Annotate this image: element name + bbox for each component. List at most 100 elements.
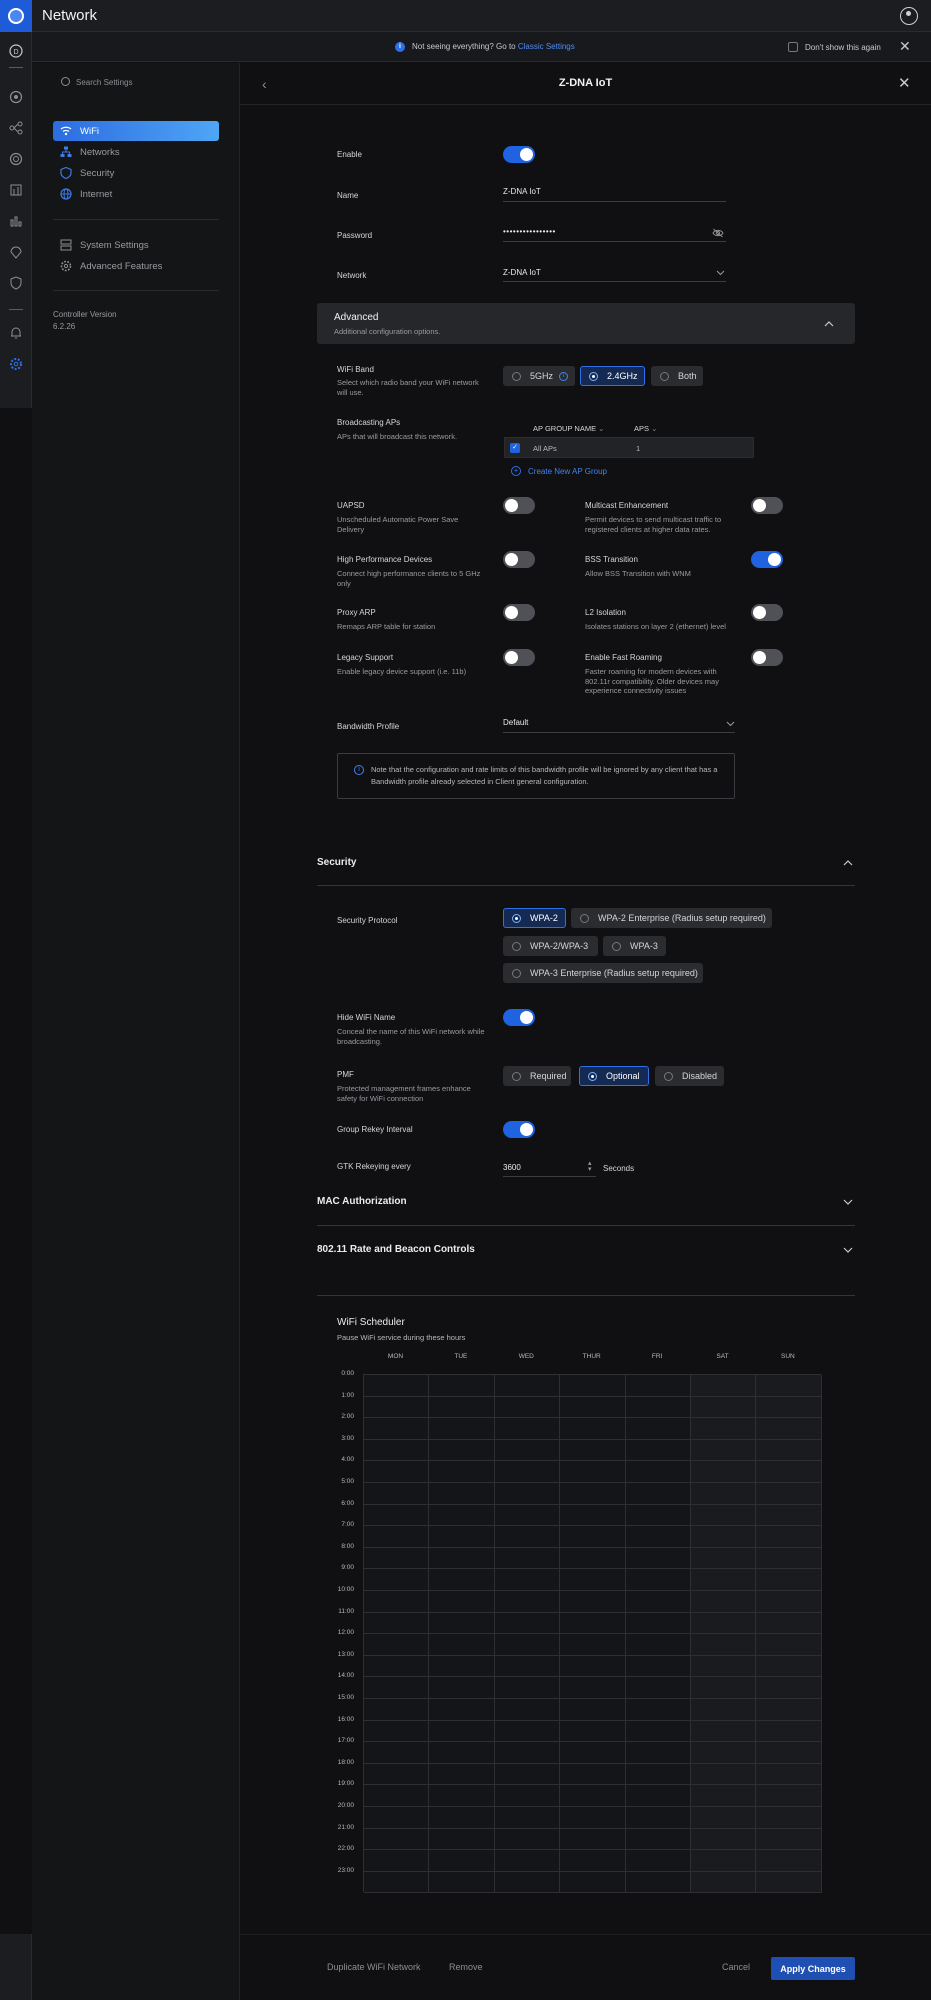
scheduler-cell[interactable]: [364, 1850, 430, 1872]
scheduler-cell[interactable]: [494, 1569, 561, 1591]
scheduler-cell[interactable]: [429, 1807, 495, 1829]
settings-icon[interactable]: [8, 357, 24, 373]
scheduler-cell[interactable]: [756, 1396, 822, 1419]
scheduler-cell[interactable]: [429, 1763, 495, 1786]
scheduler-cell[interactable]: [560, 1569, 626, 1591]
scheduler-cell[interactable]: [429, 1655, 495, 1678]
scheduler-cell[interactable]: [691, 1418, 757, 1440]
topology-icon[interactable]: [8, 121, 24, 137]
scheduler-cell[interactable]: [429, 1634, 495, 1656]
scheduler-cell[interactable]: [756, 1569, 822, 1591]
sidebar-item-system-settings[interactable]: System Settings: [53, 235, 219, 255]
scheduler-cell[interactable]: [625, 1634, 691, 1656]
scheduler-cell[interactable]: [494, 1655, 561, 1678]
scheduler-cell[interactable]: [625, 1807, 691, 1829]
scheduler-cell[interactable]: [429, 1569, 495, 1591]
chevron-down-icon[interactable]: [843, 1245, 853, 1257]
scheduler-cell[interactable]: [429, 1828, 495, 1851]
scheduler-cell[interactable]: [756, 1828, 822, 1851]
user-avatar-icon[interactable]: [900, 7, 918, 25]
mac-authorization-header[interactable]: MAC Authorization: [317, 1196, 407, 1207]
advanced-section-header[interactable]: [317, 303, 855, 344]
scheduler-cell[interactable]: [691, 1526, 757, 1548]
scheduler-cell[interactable]: [494, 1850, 561, 1872]
proxy-arp-toggle[interactable]: [503, 604, 535, 621]
scheduler-cell[interactable]: [364, 1526, 430, 1548]
ap-group-name-header[interactable]: AP GROUP NAME ⌄: [533, 424, 604, 433]
scheduler-cell[interactable]: [429, 1677, 495, 1699]
scheduler-cell[interactable]: [756, 1526, 822, 1548]
scheduler-cell[interactable]: [691, 1828, 757, 1851]
pmf-optional-radio[interactable]: Optional: [579, 1066, 649, 1086]
add-icon[interactable]: +: [511, 466, 521, 476]
band-24ghz-radio[interactable]: 2.4GHz: [580, 366, 645, 386]
scheduler-cell[interactable]: [625, 1569, 691, 1591]
scheduler-cell[interactable]: [429, 1785, 495, 1807]
gtk-rekeying-input[interactable]: 3600: [503, 1163, 521, 1172]
enable-toggle[interactable]: [503, 146, 535, 163]
devices-icon[interactable]: [8, 152, 24, 168]
pmf-disabled-radio[interactable]: Disabled: [655, 1066, 724, 1086]
scheduler-cell[interactable]: [494, 1591, 561, 1613]
scheduler-cell[interactable]: [691, 1807, 757, 1829]
scheduler-cell[interactable]: [560, 1763, 626, 1786]
scheduler-cell[interactable]: [364, 1396, 430, 1419]
scheduler-cell[interactable]: [429, 1439, 495, 1462]
scheduler-cell[interactable]: [625, 1785, 691, 1807]
scheduler-cell[interactable]: [691, 1655, 757, 1678]
chevron-down-icon[interactable]: [726, 719, 735, 730]
scheduler-cell[interactable]: [625, 1677, 691, 1699]
rate-beacon-controls-header[interactable]: 802.11 Rate and Beacon Controls: [317, 1244, 475, 1255]
scheduler-cell[interactable]: [691, 1634, 757, 1656]
scheduler-cell[interactable]: [429, 1526, 495, 1548]
scheduler-cell[interactable]: [560, 1634, 626, 1656]
scheduler-cell[interactable]: [494, 1828, 561, 1851]
stepper-icon[interactable]: ▴ ▾: [588, 1160, 592, 1173]
chevron-down-icon[interactable]: [843, 1197, 853, 1209]
scheduler-cell[interactable]: [364, 1504, 430, 1527]
scheduler-cell[interactable]: [494, 1871, 561, 1894]
band-5ghz-radio[interactable]: 5GHz i: [503, 366, 575, 386]
scheduler-cell[interactable]: [691, 1439, 757, 1462]
security-section-title[interactable]: Security: [317, 857, 356, 868]
scheduler-cell[interactable]: [625, 1526, 691, 1548]
scheduler-cell[interactable]: [756, 1763, 822, 1786]
scheduler-cell[interactable]: [560, 1591, 626, 1613]
protocol-wpa2-radio[interactable]: WPA-2: [503, 908, 566, 928]
scheduler-cell[interactable]: [756, 1655, 822, 1678]
network-select[interactable]: Z-DNA IoT: [503, 268, 541, 277]
scheduler-cell[interactable]: [625, 1439, 691, 1462]
scheduler-cell[interactable]: [756, 1418, 822, 1440]
scheduler-cell[interactable]: [756, 1504, 822, 1527]
scheduler-cell[interactable]: [691, 1569, 757, 1591]
scheduler-cell[interactable]: [560, 1742, 626, 1764]
scheduler-cell[interactable]: [494, 1418, 561, 1440]
scheduler-cell[interactable]: [560, 1720, 626, 1743]
scheduler-cell[interactable]: [560, 1547, 626, 1570]
scheduler-cell[interactable]: [625, 1483, 691, 1505]
scheduler-cell[interactable]: [756, 1634, 822, 1656]
sidebar-item-networks[interactable]: Networks: [53, 142, 219, 162]
scheduler-cell[interactable]: [756, 1677, 822, 1699]
scheduler-cell[interactable]: [560, 1677, 626, 1699]
scheduler-cell[interactable]: [560, 1396, 626, 1419]
create-ap-group-link[interactable]: Create New AP Group: [528, 467, 607, 476]
scheduler-cell[interactable]: [494, 1396, 561, 1419]
scheduler-cell[interactable]: [494, 1677, 561, 1699]
scheduler-cell[interactable]: [625, 1871, 691, 1894]
scheduler-cell[interactable]: [364, 1763, 430, 1786]
scheduler-cell[interactable]: [625, 1591, 691, 1613]
scheduler-cell[interactable]: [625, 1742, 691, 1764]
scheduler-cell[interactable]: [494, 1763, 561, 1786]
scheduler-cell[interactable]: [364, 1612, 430, 1635]
sidebar-item-security[interactable]: Security: [53, 163, 219, 183]
scheduler-cell[interactable]: [691, 1547, 757, 1570]
scheduler-cell[interactable]: [429, 1742, 495, 1764]
scheduler-cell[interactable]: [560, 1461, 626, 1483]
cancel-button[interactable]: Cancel: [722, 1962, 750, 1972]
chevron-down-icon[interactable]: [716, 268, 725, 279]
info-icon[interactable]: i: [559, 371, 569, 381]
scheduler-cell[interactable]: [429, 1396, 495, 1419]
scheduler-cell[interactable]: [625, 1828, 691, 1851]
scheduler-cell[interactable]: [364, 1461, 430, 1483]
